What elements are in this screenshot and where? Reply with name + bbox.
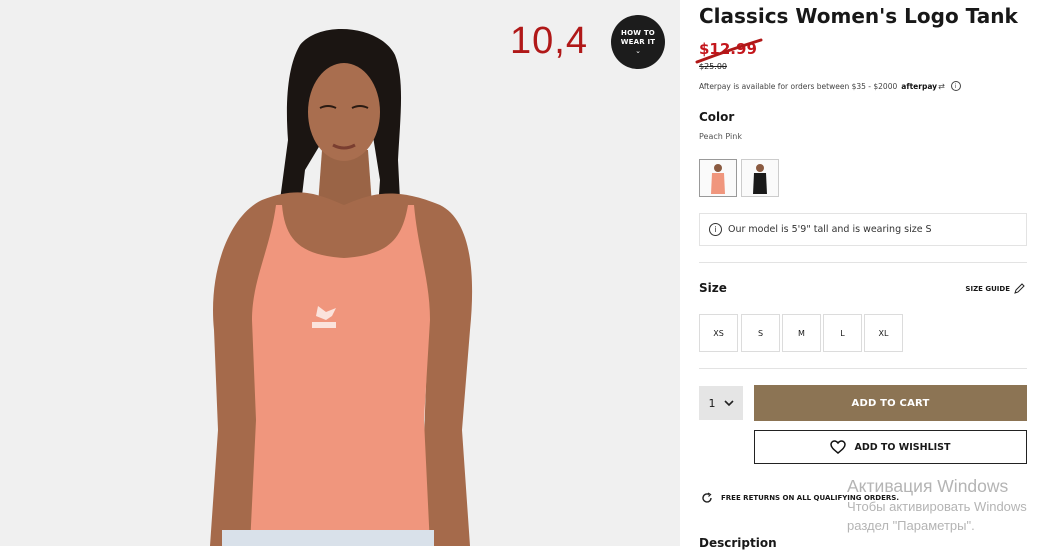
size-option-l[interactable]: L — [823, 314, 862, 352]
refresh-icon — [702, 492, 712, 503]
divider — [699, 262, 1027, 263]
model-size-info: i Our model is 5'9" tall and is wearing … — [699, 213, 1027, 246]
color-swatch-black[interactable] — [741, 159, 779, 197]
description-heading[interactable]: Description — [699, 536, 777, 550]
info-icon[interactable]: i — [950, 81, 961, 91]
original-price: $25.00 — [699, 62, 727, 71]
free-returns-notice: FREE RETURNS ON ALL QUALIFYING ORDERS. — [701, 492, 899, 504]
free-returns-text: FREE RETURNS ON ALL QUALIFYING ORDERS. — [721, 494, 899, 502]
model-photo — [0, 0, 680, 546]
size-guide-label: SIZE GUIDE — [965, 284, 1010, 293]
pencil-icon — [1014, 283, 1025, 294]
info-icon: i — [709, 223, 722, 236]
product-title: Classics Women's Logo Tank — [699, 4, 1018, 28]
how-to-wear-line1: HOW TO — [621, 29, 655, 37]
chevron-down-icon: ⌄ — [635, 47, 641, 55]
divider — [699, 368, 1027, 369]
add-to-cart-button[interactable]: ADD TO CART — [754, 385, 1027, 421]
chevron-down-icon — [723, 399, 734, 406]
afterpay-arrows-icon: ⇄ — [938, 81, 945, 91]
color-swatch-peach-pink[interactable] — [699, 159, 737, 197]
size-option-m[interactable]: M — [782, 314, 821, 352]
quantity-value: 1 — [708, 396, 716, 410]
product-details: Classics Women's Logo Tank $12.99 $25.00… — [695, 0, 1029, 550]
heart-icon — [830, 440, 847, 454]
size-option-xs[interactable]: XS — [699, 314, 738, 352]
color-value: Peach Pink — [699, 132, 742, 141]
afterpay-notice: Afterpay is available for orders between… — [699, 81, 961, 91]
color-label: Color — [699, 110, 735, 124]
add-to-wishlist-button[interactable]: ADD TO WISHLIST — [754, 430, 1027, 464]
size-option-xl[interactable]: XL — [864, 314, 903, 352]
product-image[interactable]: 10,4 HOW TO WEAR IT ⌄ — [0, 0, 680, 546]
wishlist-label: ADD TO WISHLIST — [854, 441, 951, 453]
how-to-wear-line2: WEAR IT — [620, 38, 656, 46]
price-note: 10,4 — [510, 20, 588, 62]
size-option-s[interactable]: S — [741, 314, 780, 352]
afterpay-text: Afterpay is available for orders between… — [699, 81, 898, 91]
quantity-select[interactable]: 1 — [699, 386, 743, 420]
size-guide-link[interactable]: SIZE GUIDE — [965, 283, 1025, 294]
model-size-text: Our model is 5'9" tall and is wearing si… — [728, 224, 932, 235]
how-to-wear-button[interactable]: HOW TO WEAR IT ⌄ — [611, 15, 665, 69]
afterpay-logo: afterpay — [901, 81, 938, 91]
size-label: Size — [699, 281, 727, 295]
